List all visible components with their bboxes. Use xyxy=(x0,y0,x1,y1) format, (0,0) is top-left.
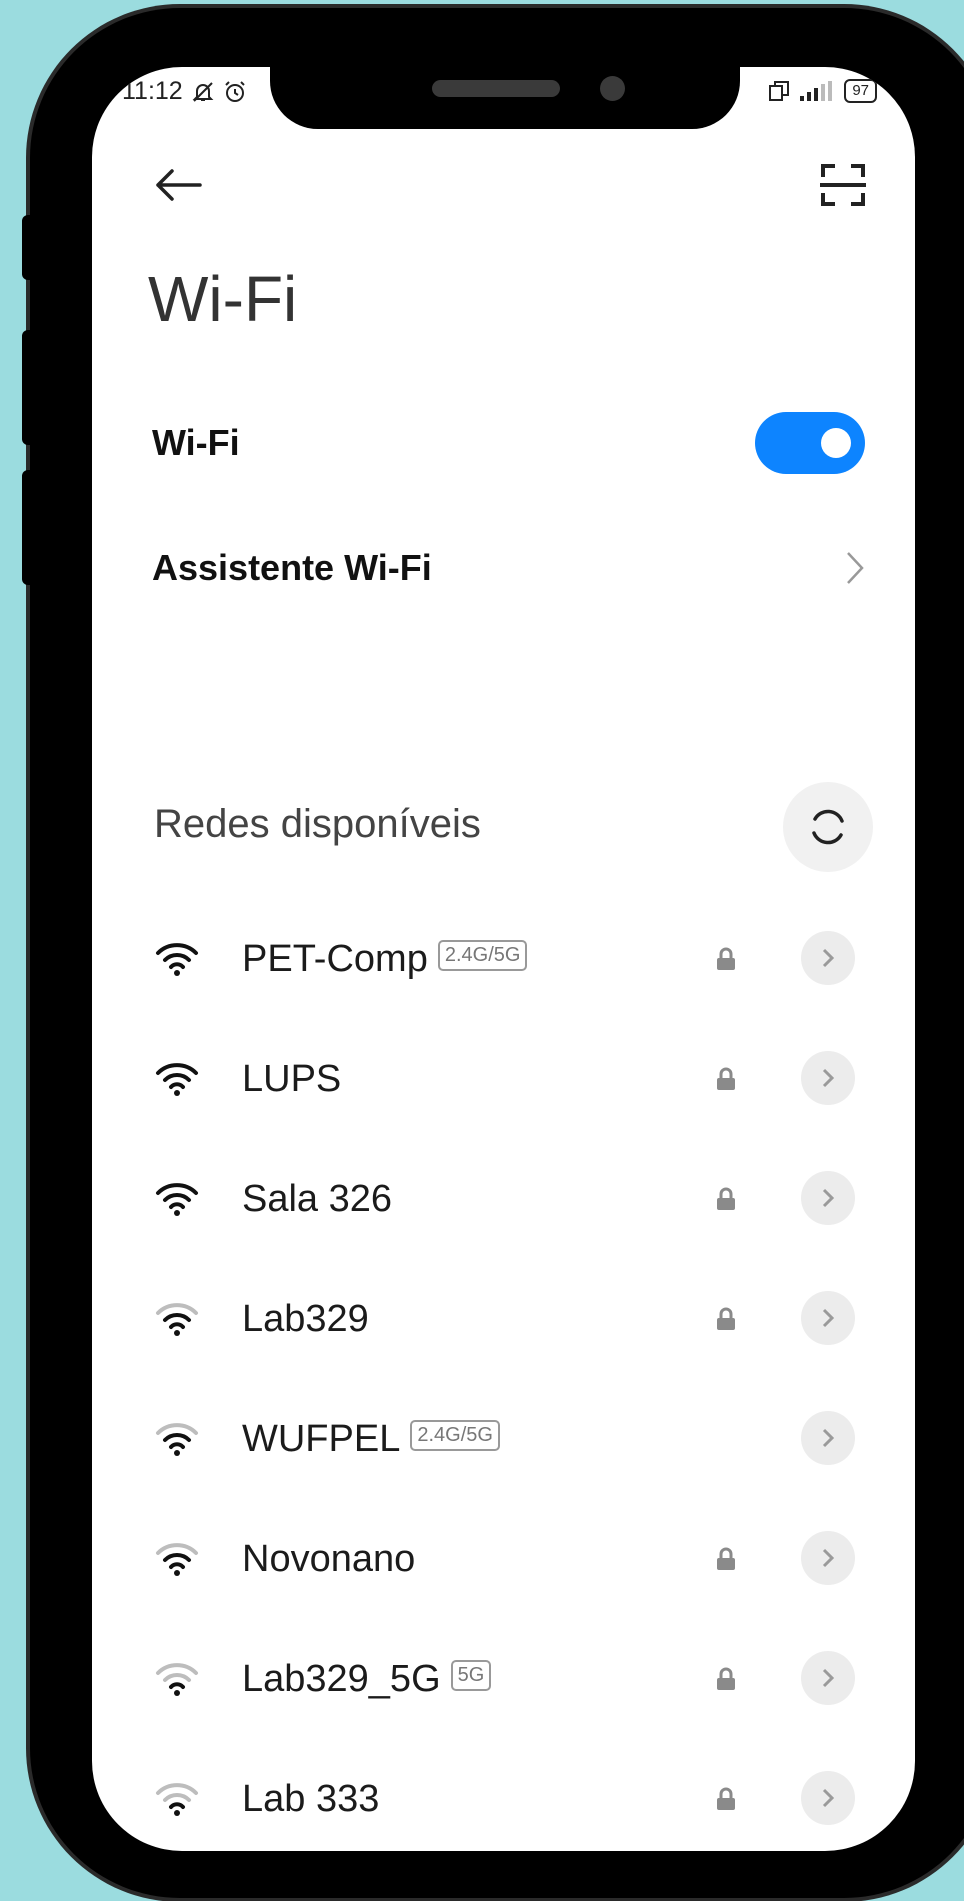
network-row[interactable]: PET-Comp 2.4G/5G xyxy=(152,909,855,1009)
lock-icon xyxy=(715,1067,737,1096)
front-camera xyxy=(600,76,625,101)
lock-icon xyxy=(715,1667,737,1696)
network-band-badge: 2.4G/5G xyxy=(437,939,528,971)
scan-qr-button[interactable] xyxy=(815,157,871,213)
mute-icon xyxy=(192,81,214,102)
side-button-volume-down xyxy=(22,470,36,585)
refresh-icon xyxy=(812,809,844,845)
network-row[interactable]: Sala 326 xyxy=(152,1149,855,1249)
wifi-signal-icon xyxy=(152,1774,202,1824)
wifi-toggle-row[interactable]: Wi-Fi xyxy=(152,412,865,474)
wifi-assistant-row[interactable]: Assistente Wi-Fi xyxy=(152,547,865,589)
network-row[interactable]: WUFPEL 2.4G/5G xyxy=(152,1389,855,1489)
wifi-signal-icon xyxy=(152,1654,202,1704)
status-bar-right: 97 xyxy=(768,79,877,103)
side-button-volume-up xyxy=(22,330,36,445)
lock-icon xyxy=(715,1307,737,1336)
network-name: Lab329_5G xyxy=(242,1657,441,1700)
back-button[interactable] xyxy=(150,157,206,213)
lock-icon xyxy=(715,1547,737,1576)
lock-icon xyxy=(715,1787,737,1816)
wifi-toggle-switch[interactable] xyxy=(755,412,865,474)
chevron-right-icon xyxy=(822,1428,835,1448)
network-row[interactable]: LUPS xyxy=(152,1029,855,1129)
available-networks-title: Redes disponíveis xyxy=(154,802,481,846)
refresh-networks-button[interactable] xyxy=(783,782,873,872)
network-row[interactable]: Novonano xyxy=(152,1509,855,1609)
screen: 11:12 97 Wi-Fi Wi-Fi Assistente Wi-Fi Re… xyxy=(92,67,915,1851)
battery-indicator: 97 xyxy=(844,79,877,103)
network-details-button[interactable] xyxy=(801,1771,855,1825)
network-name: Novonano xyxy=(242,1537,416,1580)
scan-icon xyxy=(820,164,866,206)
network-details-button[interactable] xyxy=(801,931,855,985)
chevron-right-icon xyxy=(822,1788,835,1808)
wifi-signal-icon xyxy=(152,934,202,984)
network-row[interactable]: Lab329 xyxy=(152,1269,855,1369)
network-name: PET-Comp xyxy=(242,937,428,980)
alarm-icon xyxy=(225,80,245,102)
network-band-badge: 2.4G/5G xyxy=(410,1419,500,1451)
chevron-right-icon xyxy=(822,1668,835,1688)
network-name: Lab 333 xyxy=(242,1777,380,1820)
back-arrow-icon xyxy=(156,169,202,201)
network-details-button[interactable] xyxy=(801,1051,855,1105)
network-name: Lab329 xyxy=(242,1297,369,1340)
screen-cast-icon xyxy=(769,81,790,101)
notch xyxy=(270,62,740,129)
chevron-right-icon xyxy=(822,1308,835,1328)
status-bar-left: 11:12 xyxy=(122,77,247,106)
network-band-badge: 5G xyxy=(450,1659,492,1691)
chevron-right-icon xyxy=(822,948,835,968)
network-name: Sala 326 xyxy=(242,1177,393,1220)
chevron-right-icon xyxy=(847,552,864,584)
network-row[interactable]: Lab329_5G 5G xyxy=(152,1629,855,1729)
status-time: 11:12 xyxy=(122,77,183,105)
network-details-button[interactable] xyxy=(801,1651,855,1705)
wifi-signal-icon xyxy=(152,1414,202,1464)
network-details-button[interactable] xyxy=(801,1291,855,1345)
lock-icon xyxy=(715,947,737,976)
signal-icon xyxy=(800,81,833,101)
network-name: LUPS xyxy=(242,1057,342,1100)
chevron-right-icon xyxy=(822,1068,835,1088)
network-details-button[interactable] xyxy=(801,1171,855,1225)
toggle-knob xyxy=(821,428,851,458)
wifi-signal-icon xyxy=(152,1534,202,1584)
network-details-button[interactable] xyxy=(801,1411,855,1465)
lock-icon xyxy=(715,1187,737,1216)
wifi-signal-icon xyxy=(152,1294,202,1344)
wifi-assistant-label: Assistente Wi-Fi xyxy=(152,547,432,588)
network-name: WUFPEL xyxy=(242,1417,401,1460)
wifi-toggle-label: Wi-Fi xyxy=(152,422,240,463)
page-title: Wi-Fi xyxy=(148,263,298,335)
chevron-right-icon xyxy=(822,1548,835,1568)
wifi-signal-icon xyxy=(152,1174,202,1224)
wifi-signal-icon xyxy=(152,1054,202,1104)
chevron-right-icon xyxy=(822,1188,835,1208)
network-details-button[interactable] xyxy=(801,1531,855,1585)
network-row[interactable]: Lab 333 xyxy=(152,1749,855,1849)
side-button-mute xyxy=(22,215,36,280)
speaker xyxy=(432,80,560,97)
